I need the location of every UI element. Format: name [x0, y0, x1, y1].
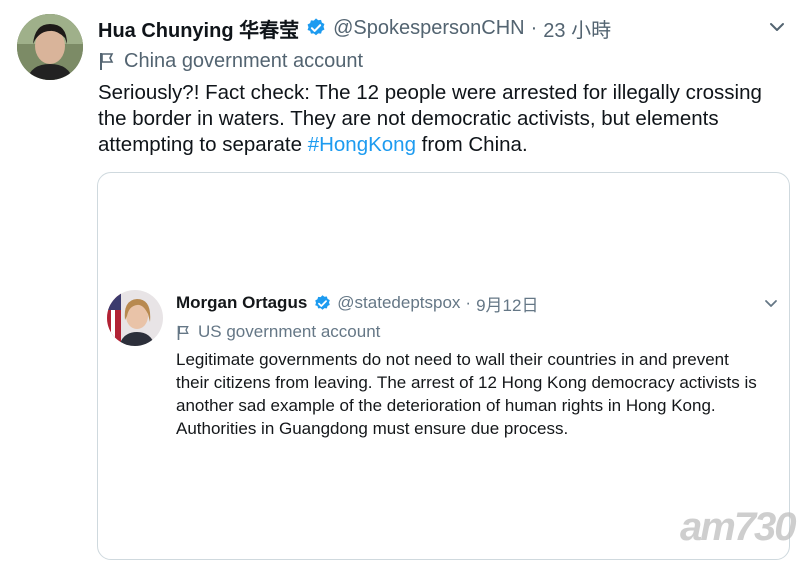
chevron-down-icon[interactable] — [766, 16, 788, 38]
quoted-author-handle[interactable]: @statedeptspox — [337, 293, 460, 313]
avatar[interactable] — [17, 14, 83, 80]
separator-dot: · — [530, 16, 538, 39]
quoted-government-account-label[interactable]: US government account — [176, 321, 380, 343]
quoted-tweet-timestamp[interactable]: 9月12日 — [476, 291, 538, 316]
chevron-down-icon[interactable] — [762, 294, 780, 312]
flag-icon — [100, 53, 114, 70]
tweet-text-after: from China. — [415, 133, 528, 156]
quoted-account-label-text: US government account — [198, 322, 381, 341]
quoted-avatar[interactable] — [107, 290, 163, 346]
quoted-author-name[interactable]: Morgan Ortagus — [176, 293, 307, 313]
flag-icon — [177, 325, 189, 340]
author-name[interactable]: Hua Chunying 华春莹 — [98, 14, 299, 43]
author-handle[interactable]: @SpokespersonCHN — [333, 17, 525, 40]
account-label-text: China government account — [124, 49, 364, 72]
separator-dot: · — [465, 293, 472, 312]
tweet-text: Seriously?! Fact check: The 12 people we… — [98, 80, 788, 158]
tweet-header: Hua Chunying 华春莹 @SpokespersonCHN · 23 小… — [98, 14, 611, 42]
verified-badge-icon — [307, 18, 325, 36]
tweet-timestamp[interactable]: 23 小時 — [543, 14, 611, 43]
verified-badge-icon — [315, 294, 331, 310]
quoted-tweet-header: Morgan Ortagus @statedeptspox · 9月12日 — [176, 291, 538, 315]
watermark-logo: am730 — [680, 505, 797, 549]
hashtag-link[interactable]: #HongKong — [308, 133, 416, 156]
government-account-label[interactable]: China government account — [98, 48, 363, 74]
quoted-tweet-text: Legitimate governments do not need to wa… — [176, 350, 757, 438]
